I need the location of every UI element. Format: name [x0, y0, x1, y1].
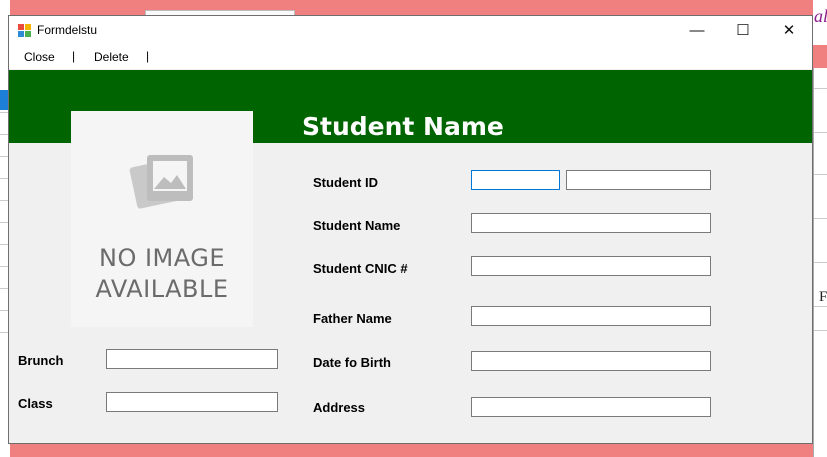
class-input[interactable] [106, 392, 278, 412]
student-id-input[interactable] [471, 170, 560, 190]
available-text: AVAILABLE [95, 275, 229, 303]
image-placeholder-icon [129, 155, 193, 209]
close-window-button[interactable]: ✕ [766, 16, 812, 45]
class-label: Class [18, 396, 53, 411]
app-icon [18, 24, 31, 37]
no-image-text: NO IMAGE [98, 244, 225, 272]
student-id-label: Student ID [313, 175, 378, 190]
student-id-secondary-input[interactable] [566, 170, 711, 190]
minimize-button[interactable]: — [674, 16, 720, 45]
window-title: Formdelstu [37, 23, 98, 37]
father-name-input[interactable] [471, 306, 711, 326]
address-input[interactable] [471, 397, 711, 417]
page-title: Student Name [302, 112, 504, 141]
menu-separator: | [146, 49, 150, 63]
father-name-label: Father Name [313, 311, 392, 326]
student-name-input[interactable] [471, 213, 711, 233]
student-cnic-input[interactable] [471, 256, 711, 276]
brunch-input[interactable] [106, 349, 278, 369]
brunch-label: Brunch [18, 353, 64, 368]
maximize-button[interactable]: ☐ [720, 16, 766, 45]
background-title-fragment: al [814, 6, 827, 26]
background-grid-right [813, 68, 827, 457]
student-details-window: Formdelstu — ☐ ✕ Close | Delete | Studen… [8, 15, 813, 444]
student-photo[interactable]: NO IMAGE AVAILABLE [71, 111, 253, 327]
menu-delete[interactable]: Delete [94, 50, 129, 64]
address-label: Address [313, 400, 366, 415]
student-name-label: Student Name [313, 218, 401, 233]
date-of-birth-input[interactable] [471, 351, 711, 371]
menu-bar: Close | Delete | [9, 45, 812, 69]
menu-close[interactable]: Close [24, 50, 55, 64]
background-row-text: F [819, 289, 827, 305]
date-of-birth-label: Date fo Birth [313, 355, 391, 370]
title-bar[interactable]: Formdelstu — ☐ ✕ [9, 16, 812, 45]
menu-separator: | [72, 49, 76, 63]
student-cnic-label: Student CNIC # [313, 261, 408, 276]
